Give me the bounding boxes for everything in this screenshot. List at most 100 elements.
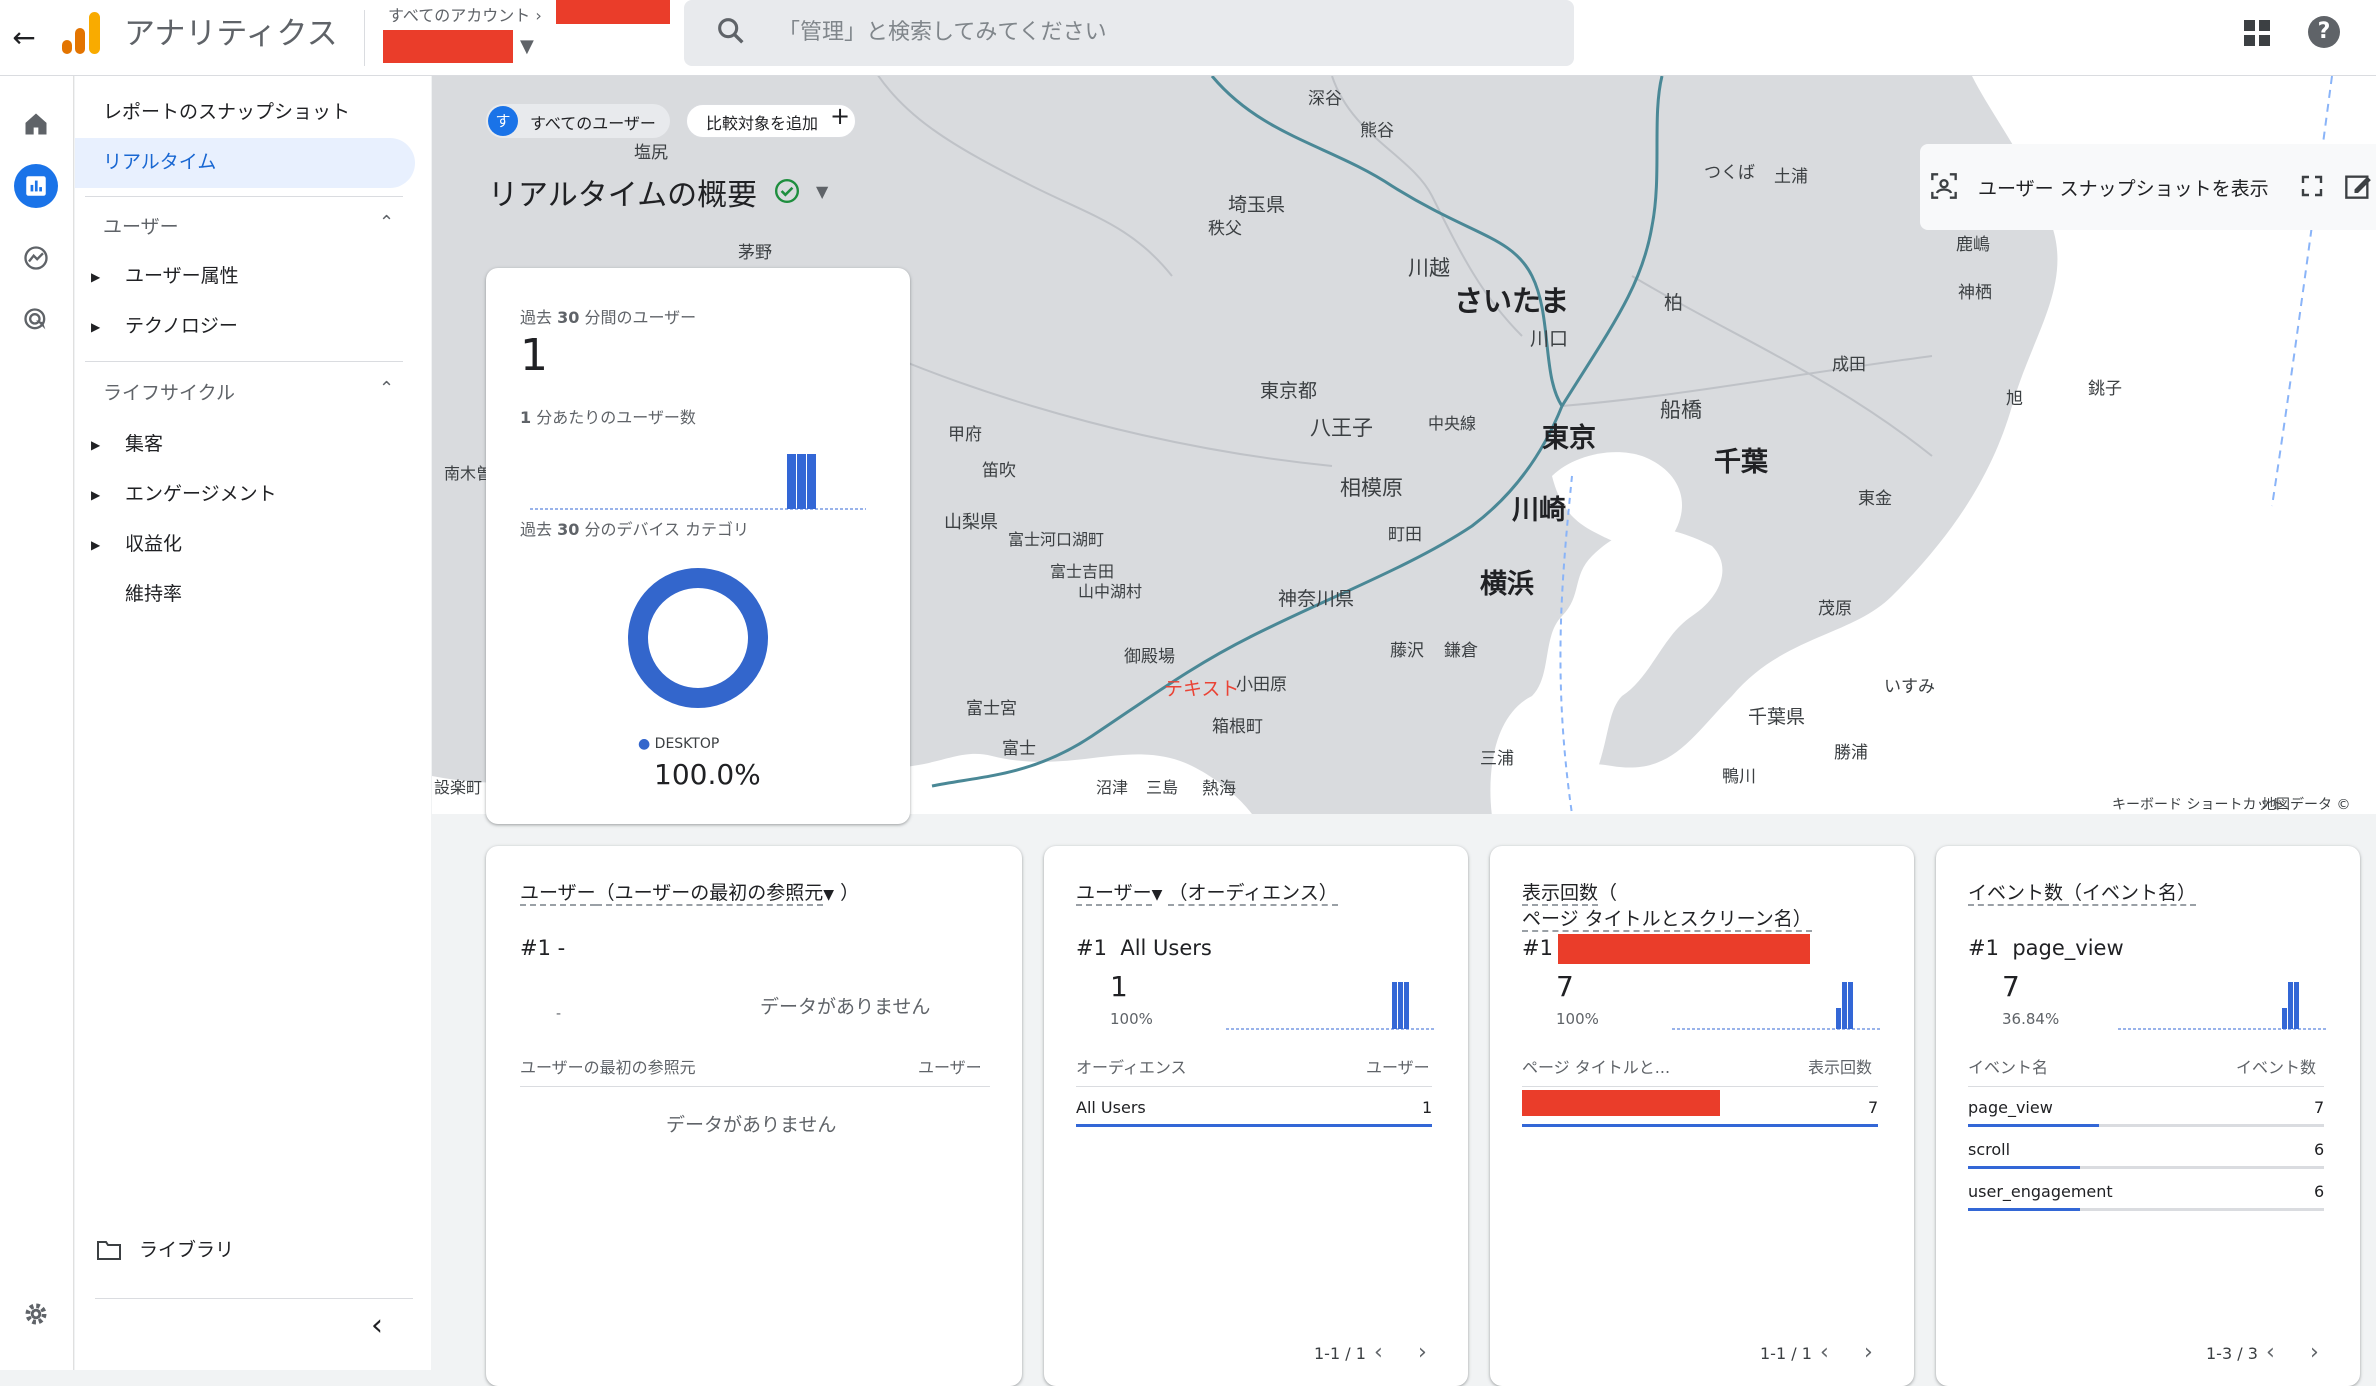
dimension-selector[interactable]: （イベント名） xyxy=(2063,882,2197,906)
table-divider xyxy=(1076,1086,1432,1087)
caret-down-icon[interactable]: ▼ xyxy=(520,36,534,57)
next-page-icon[interactable]: › xyxy=(2310,1340,2319,1365)
reports-icon[interactable] xyxy=(14,164,58,208)
map-label: 三島 xyxy=(1146,778,1179,797)
spark-bar xyxy=(1842,982,1847,1029)
next-page-icon[interactable]: › xyxy=(1864,1340,1873,1365)
explore-icon[interactable] xyxy=(14,236,58,280)
map-keyboard-shortcuts-link[interactable]: キーボード ショートカット xyxy=(2112,794,2284,814)
triangle-right-icon[interactable]: ▶ xyxy=(91,270,100,284)
map-label: 東京都 xyxy=(1260,380,1318,402)
device-percent: 100.0% xyxy=(654,758,761,791)
caret-down-icon[interactable]: ▼ xyxy=(1152,887,1163,903)
metric-selector[interactable]: ユーザー xyxy=(520,882,596,906)
metric-selector[interactable]: イベント数 xyxy=(1968,882,2064,906)
arrow-left-icon[interactable]: ← xyxy=(4,18,44,58)
table-row-label[interactable]: scroll xyxy=(1968,1140,2010,1159)
gear-icon[interactable] xyxy=(14,1292,58,1336)
check-circle-icon xyxy=(774,178,800,204)
search-input[interactable] xyxy=(778,14,1478,50)
pagination-label: 1-3 / 3 xyxy=(2206,1344,2258,1363)
nav-item-acquisition[interactable]: 集客 xyxy=(125,430,163,458)
home-icon[interactable] xyxy=(14,102,58,146)
nav-item-engagement[interactable]: エンゲージメント xyxy=(125,480,277,508)
nav-item-technology[interactable]: テクノロジー xyxy=(125,312,238,340)
map-label: 船橋 xyxy=(1660,398,1702,422)
users-30min-label: 過去 30 分間のユーザー xyxy=(520,304,696,328)
table-row-label[interactable]: page_view xyxy=(1968,1098,2053,1117)
nav-item-realtime[interactable]: リアルタイム xyxy=(103,148,216,176)
card-first-user-source: ユーザー（ユーザーの最初の参照元▼ ） #1 - - データがありません ユーザ… xyxy=(486,846,1022,1386)
dimension-selector[interactable]: ページ タイトルとスクリーン名） xyxy=(1522,908,1812,932)
triangle-right-icon[interactable]: ▶ xyxy=(91,320,100,334)
device-category-label: 過去 30 分のデバイス カテゴリ xyxy=(520,516,749,540)
user-snapshot-button[interactable]: ユーザー スナップショットを表示 xyxy=(1978,174,2269,201)
table-row-value: 6 xyxy=(2314,1140,2325,1159)
triangle-right-icon[interactable]: ▶ xyxy=(91,488,100,502)
caret-down-icon[interactable]: ▼ xyxy=(823,887,834,903)
rank-label: #1 All Users xyxy=(1076,936,1212,960)
rank-value: All Users xyxy=(1120,936,1212,960)
table-row-value: 7 xyxy=(2314,1098,2325,1117)
card-audience: ユーザー▼ （オーディエンス） #1 All Users 1 100% オーディ… xyxy=(1044,846,1468,1386)
next-page-icon[interactable]: › xyxy=(1418,1340,1427,1365)
redacted-row-label[interactable] xyxy=(1522,1090,1720,1116)
metric-selector[interactable]: 表示回数 xyxy=(1522,882,1599,906)
users-30min-label-prefix: 過去 xyxy=(520,308,558,327)
caret-down-icon[interactable]: ▼ xyxy=(816,182,828,201)
apps-grid-icon[interactable] xyxy=(2242,18,2272,48)
redacted-property-name[interactable] xyxy=(383,30,513,63)
column-header: ユーザー xyxy=(918,1058,982,1077)
map-label: 勝浦 xyxy=(1834,743,1868,763)
spark-bar xyxy=(2294,982,2299,1029)
rank-value: - xyxy=(557,936,566,960)
prev-page-icon[interactable]: ‹ xyxy=(2266,1340,2275,1365)
nav-section-user[interactable]: ユーザー xyxy=(103,212,179,239)
nav-item-retention[interactable]: 維持率 xyxy=(125,580,182,608)
triangle-right-icon[interactable]: ▶ xyxy=(91,538,100,552)
map-data-attribution[interactable]: 地図データ © xyxy=(2262,794,2350,814)
map-label: 神栖 xyxy=(1958,283,1992,303)
nav-item-monetization[interactable]: 収益化 xyxy=(125,530,182,558)
page-title: リアルタイムの概要 xyxy=(488,178,758,213)
card-title: ユーザー（ユーザーの最初の参照元▼ ） xyxy=(520,878,859,906)
table-row-label[interactable]: All Users xyxy=(1076,1098,1146,1117)
fullscreen-icon[interactable] xyxy=(2300,174,2324,198)
spark-bar xyxy=(1848,982,1853,1029)
metric-value: 7 xyxy=(2002,970,2020,1003)
prev-page-icon[interactable]: ‹ xyxy=(1374,1340,1383,1365)
table-divider xyxy=(1968,1086,2324,1087)
advertising-icon[interactable] xyxy=(14,298,58,342)
no-data-chart: データがありません xyxy=(760,996,931,1018)
map-label: 笛吹 xyxy=(982,461,1016,481)
chevron-up-icon[interactable]: ⌃ xyxy=(379,212,394,233)
edit-icon[interactable] xyxy=(2344,172,2372,200)
table-row-label[interactable]: user_engagement xyxy=(1968,1182,2113,1201)
help-icon[interactable]: ? xyxy=(2308,16,2340,48)
nav-item-user-attributes[interactable]: ユーザー属性 xyxy=(125,262,239,290)
analytics-logo-icon[interactable] xyxy=(62,12,102,56)
row-share-bar xyxy=(1968,1124,2100,1127)
table-row-value: 1 xyxy=(1422,1098,1433,1117)
map-label: 鹿嶋 xyxy=(1956,235,1990,255)
map-label: 三浦 xyxy=(1480,749,1514,769)
sparkline-chart xyxy=(1672,982,1882,1030)
chevron-up-icon[interactable]: ⌃ xyxy=(379,378,394,399)
map-label: 成田 xyxy=(1832,355,1866,375)
table-divider xyxy=(1522,1086,1878,1087)
dimension-selector[interactable]: （ユーザーの最初の参照元 xyxy=(595,882,824,906)
account-breadcrumb[interactable]: すべてのアカウント › xyxy=(388,2,542,26)
users-30min-value: 1 xyxy=(520,330,548,381)
nav-section-lifecycle[interactable]: ライフサイクル xyxy=(103,378,235,405)
nav-item-snapshot[interactable]: レポートのスナップショット xyxy=(103,98,350,126)
rank-label: #1 page_view xyxy=(1968,936,2124,960)
nav-item-library[interactable]: ライブラリ xyxy=(139,1236,234,1264)
collapse-chevron-icon[interactable]: ‹ xyxy=(371,1308,383,1343)
column-header: オーディエンス xyxy=(1076,1058,1187,1077)
triangle-right-icon[interactable]: ▶ xyxy=(91,438,100,452)
report-navigation: レポートのスナップショット リアルタイム ユーザー ⌃ ▶ ユーザー属性 ▶ テ… xyxy=(75,76,431,1370)
map-label: 横浜 xyxy=(1480,569,1534,600)
prev-page-icon[interactable]: ‹ xyxy=(1820,1340,1829,1365)
dimension-selector[interactable]: （オーディエンス） xyxy=(1168,882,1338,906)
metric-selector[interactable]: ユーザー xyxy=(1076,882,1152,906)
